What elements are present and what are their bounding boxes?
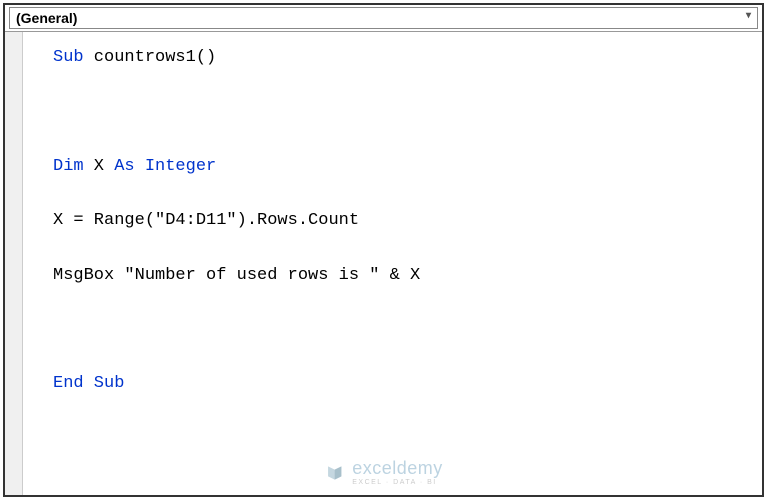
- code-text: X: [84, 157, 115, 176]
- object-dropdown[interactable]: (General): [9, 7, 758, 29]
- object-dropdown-label: (General): [16, 10, 77, 26]
- editor-container: Sub countrows1() Dim X As Integer X = Ra…: [5, 32, 762, 495]
- code-blank-line: [53, 98, 752, 125]
- code-line: Dim X As Integer: [53, 153, 752, 180]
- code-text: countrows1(): [84, 48, 217, 67]
- keyword-dim: Dim: [53, 157, 84, 176]
- code-line: X = Range("D4:D11").Rows.Count: [53, 207, 752, 234]
- code-line: MsgBox "Number of used rows is " & X: [53, 262, 752, 289]
- keyword-end-sub: End Sub: [53, 370, 752, 397]
- vba-editor-window: (General) Sub countrows1() Dim X As Inte…: [3, 3, 764, 497]
- code-editor[interactable]: Sub countrows1() Dim X As Integer X = Ra…: [23, 32, 762, 495]
- dropdown-bar: (General): [5, 5, 762, 32]
- keyword-sub: Sub: [53, 48, 84, 67]
- keyword-as-integer: As Integer: [114, 157, 216, 176]
- code-blank-line: [53, 316, 752, 343]
- code-line: Sub countrows1(): [53, 44, 752, 71]
- editor-gutter: [5, 32, 23, 495]
